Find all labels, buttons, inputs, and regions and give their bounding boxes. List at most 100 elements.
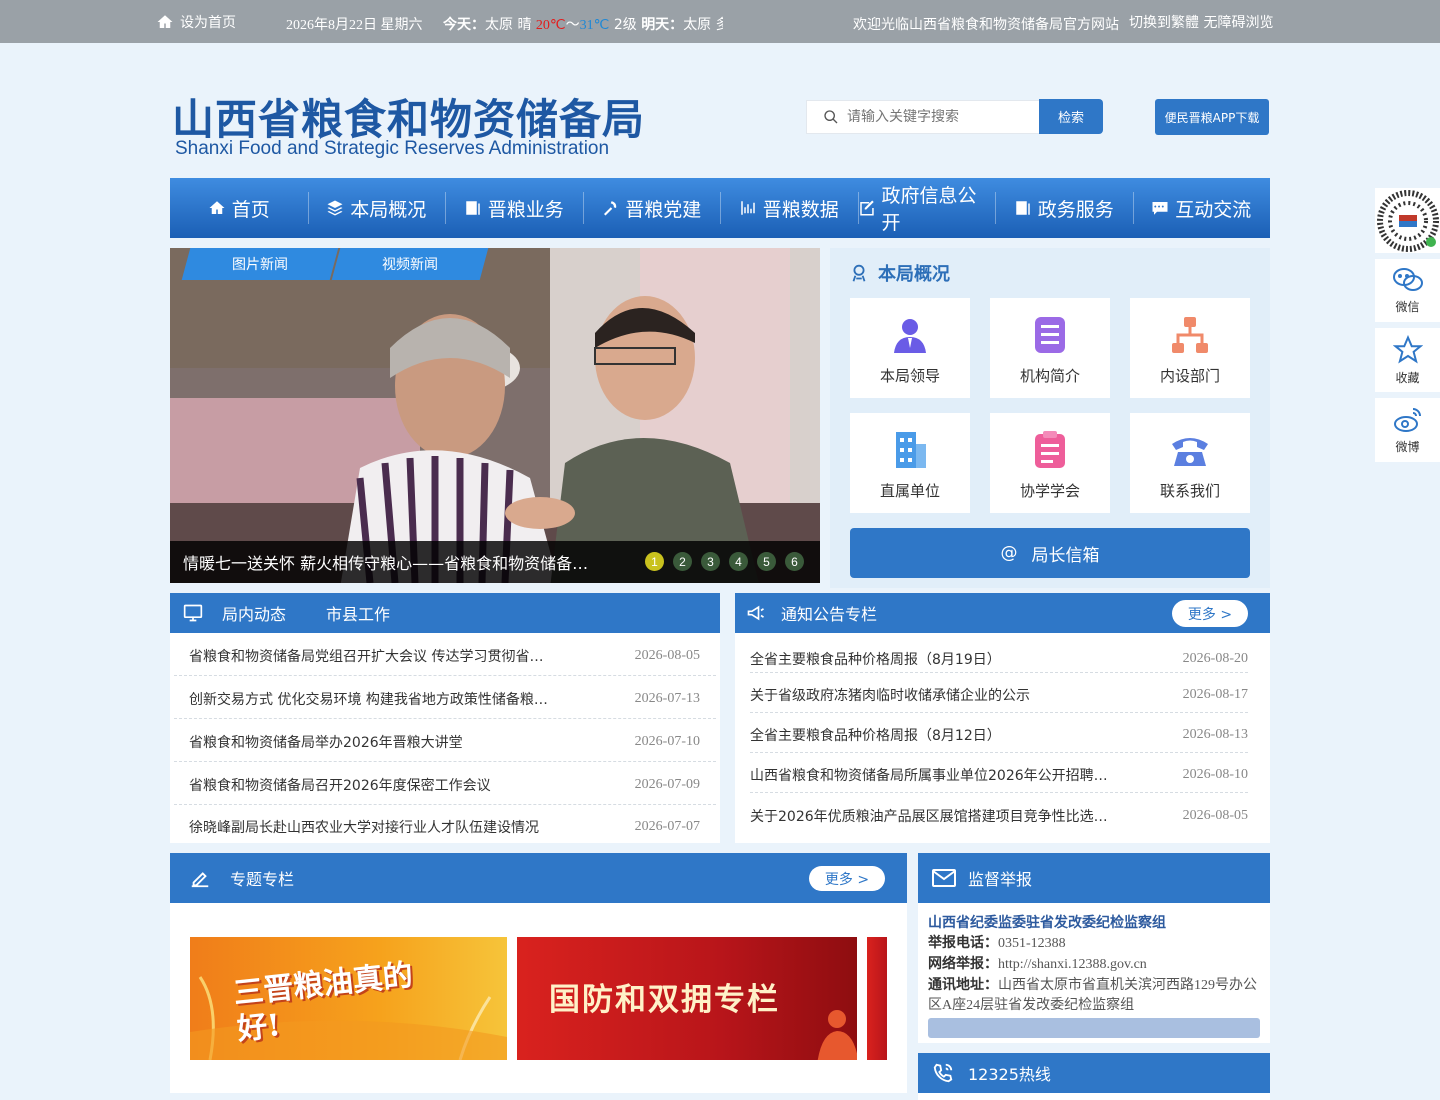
report-website[interactable]: http://shanxi.12388.gov.cn (998, 957, 1147, 972)
weibo-icon (1393, 407, 1421, 432)
overview-title-text: 本局概况 (878, 264, 950, 285)
nav-item-disclosure[interactable]: 政府信息公开 (857, 178, 996, 238)
edit-icon (859, 200, 874, 216)
special-more-button[interactable]: 更多 > (809, 866, 885, 891)
weather-ticker: 今天：太原 晴 20℃～31℃ 2级 明天：太原 多云 (443, 14, 723, 34)
qr-code-icon (1376, 189, 1439, 252)
list-item[interactable]: 山西省粮食和物资储备局所属事业单位2026年公开招聘工作人员公告2026-08-… (750, 753, 1248, 793)
list-item[interactable]: 创新交易方式 优化交易环境 构建我省地方政策性储备粮交易新格局2026-07-1… (174, 676, 716, 719)
overview-card-societies[interactable]: 协学学会 (990, 413, 1110, 513)
nav-item-overview[interactable]: 本局概况 (307, 178, 446, 238)
nav-item-services[interactable]: 政务服务 (995, 178, 1133, 238)
phone-icon (1172, 438, 1208, 466)
notice-list: 全省主要粮食品种价格周报（8月19日） 2026-08-20 关于省级政府冻猪肉临… (735, 633, 1270, 833)
wechat-icon (1392, 268, 1423, 291)
nav-item-interaction[interactable]: 互动交流 (1132, 178, 1271, 238)
weather-tomorrow-label: 明天： (641, 17, 684, 33)
list-item[interactable]: 关于2026年优质粮油产品展区展馆搭建项目竞争性比选公告 2026-08-05 (750, 793, 1248, 833)
slider-dot[interactable]: 6 (785, 552, 804, 571)
clipboard-icon (1035, 431, 1065, 468)
slider-dot[interactable]: 3 (701, 552, 720, 571)
overview-card-units[interactable]: 直属单位 (850, 413, 970, 513)
chat-icon (1152, 202, 1168, 215)
nav-item-label: 互动交流 (1175, 198, 1252, 221)
float-favorite[interactable]: 收藏 (1375, 328, 1440, 392)
slider-pagination: 1 2 3 4 5 6 (645, 552, 804, 571)
welcome-text: 欢迎光临山西省粮食和物资储备局官方网站 (853, 17, 1119, 33)
overview-card-departments[interactable]: 内设部门 (1130, 298, 1250, 398)
search-input[interactable] (847, 109, 1037, 125)
supervision-panel: 监督举报 山西省纪委监委驻省发改委纪检监察组 举报电话：0351-12388 网… (918, 853, 1270, 1043)
list-item[interactable]: 关于省级政府冻猪肉临时收储承储企业的公示 2026-08-17 (750, 673, 1248, 713)
slide-photo[interactable] (170, 248, 820, 583)
list-item[interactable]: 省粮食和物资储备局党组召开扩大会议 传达学习贯彻省委全会精神2026-08-05 (174, 633, 716, 676)
slider-dot[interactable]: 2 (673, 552, 692, 571)
language-accessibility-links[interactable]: 切换到繁體 无障碍浏览 (1129, 12, 1273, 32)
user-badge-icon (852, 264, 866, 282)
main-nav: 首页 本局概况 晋粮业务 晋粮党建 晋粮数据 政府信息公开 政务服务 互动交流 (170, 178, 1270, 238)
overview-card-contact[interactable]: 联系我们 (1130, 413, 1250, 513)
app-download-button[interactable]: 便民晋粮APP下载 (1155, 99, 1269, 135)
tab-bureau-news[interactable]: 局内动态 (222, 601, 286, 625)
director-mailbox-button[interactable]: @ 局长信箱 (850, 528, 1250, 578)
supervision-org: 山西省纪委监委驻省发改委纪检监察组 (928, 915, 1166, 931)
nav-item-data[interactable]: 晋粮数据 (720, 178, 858, 238)
hotline-title: 12325热线 (968, 1065, 1051, 1084)
bar-chart-icon (740, 201, 755, 215)
hotline-panel: 12325热线 (918, 1053, 1270, 1100)
list-icon (1035, 317, 1065, 353)
list-item[interactable]: 省粮食和物资储备局召开2026年度保密工作会议 2026-07-09 (174, 762, 716, 805)
nav-item-label: 首页 (231, 198, 270, 221)
top-bar: 设为首页 2026年8月22日 星期六 今天：太原 晴 20℃～31℃ 2级 明… (0, 0, 1440, 43)
at-icon: @ (1000, 543, 1018, 563)
overview-card-intro[interactable]: 机构简介 (990, 298, 1110, 398)
float-qrcode[interactable] (1375, 188, 1440, 253)
monitor-icon (183, 604, 203, 622)
nav-item-home[interactable]: 首页 (170, 178, 308, 238)
float-weibo-label: 微博 (1395, 439, 1420, 454)
list-item[interactable]: 徐晓峰副局长赴山西农业大学对接行业人才队伍建设情况 2026-07-07 (174, 805, 716, 845)
nav-item-label: 本局概况 (350, 198, 427, 221)
director-mailbox-label: 局长信箱 (1031, 545, 1100, 566)
list-item[interactable]: 全省主要粮食品种价格周报（8月12日） 2026-08-13 (750, 713, 1248, 753)
site-logo-subtitle: Shanxi Food and Strategic Reserves Admin… (175, 138, 610, 159)
nav-item-party[interactable]: 晋粮党建 (582, 178, 721, 238)
supervision-title: 监督举报 (968, 870, 1033, 889)
search-icon (824, 110, 838, 124)
slider-dot[interactable]: 4 (729, 552, 748, 571)
nav-item-label: 晋粮党建 (625, 198, 702, 221)
float-weibo[interactable]: 微博 (1375, 398, 1440, 462)
weather-today-sep: ～ (565, 17, 580, 33)
photo-news-slider[interactable]: 图片新闻 视频新闻 情暖七一送关怀 薪火相传守粮心——省粮食和物资储备局领导走访… (170, 248, 820, 583)
weather-today-city: 太原 晴 (485, 17, 536, 33)
weather-tomorrow-city: 太原 多云 (683, 17, 723, 33)
set-homepage-label: 设为首页 (180, 15, 236, 31)
slider-dot[interactable]: 5 (757, 552, 776, 571)
tab-video-news[interactable]: 视频新闻 (331, 248, 489, 280)
report-phone[interactable]: 0351-12388 (998, 936, 1066, 951)
supervision-scrollbar[interactable] (928, 1018, 1260, 1038)
list-item[interactable]: 全省主要粮食品种价格周报（8月19日） 2026-08-20 (750, 633, 1248, 673)
slider-dot[interactable]: 1 (645, 552, 664, 571)
tab-county-work[interactable]: 市县工作 (326, 601, 390, 625)
hotline-panel-header[interactable]: 12325热线 (918, 1053, 1270, 1093)
slide-caption-text[interactable]: 情暖七一送关怀 薪火相传守粮心——省粮食和物资储备局领导走访慰问老党员 (183, 550, 603, 574)
overview-grid: 本局领导 机构简介 内设部门 直属单位 协学学会 联系我们 (850, 298, 1250, 513)
nav-item-label: 晋粮数据 (762, 198, 839, 221)
float-wechat[interactable]: 微信 (1375, 259, 1440, 322)
set-homepage-link[interactable]: 设为首页 (156, 12, 236, 32)
supervision-body: 山西省纪委监委驻省发改委纪检监察组 举报电话：0351-12388 网络举报：h… (918, 903, 1270, 1048)
banner-next[interactable] (867, 937, 887, 1060)
banner-national-defense-text: 国防和双拥专栏 (549, 982, 780, 1018)
notice-more-button[interactable]: 更多 > (1172, 600, 1248, 627)
banner-national-defense[interactable]: 国防和双拥专栏 (517, 937, 857, 1060)
tab-photo-news[interactable]: 图片新闻 (181, 248, 339, 280)
party-icon (604, 201, 617, 216)
org-chart-icon (1172, 317, 1208, 353)
banner-grain-oil[interactable]: 三晋粮油真的好! (190, 937, 507, 1060)
overview-card-leaders[interactable]: 本局领导 (850, 298, 970, 398)
nav-item-business[interactable]: 晋粮业务 (445, 178, 583, 238)
list-item[interactable]: 省粮食和物资储备局举办2026年晋粮大讲堂 2026-07-10 (174, 719, 716, 762)
search-button[interactable]: 检索 (1039, 99, 1103, 134)
supervision-panel-header: 监督举报 (918, 853, 1270, 903)
